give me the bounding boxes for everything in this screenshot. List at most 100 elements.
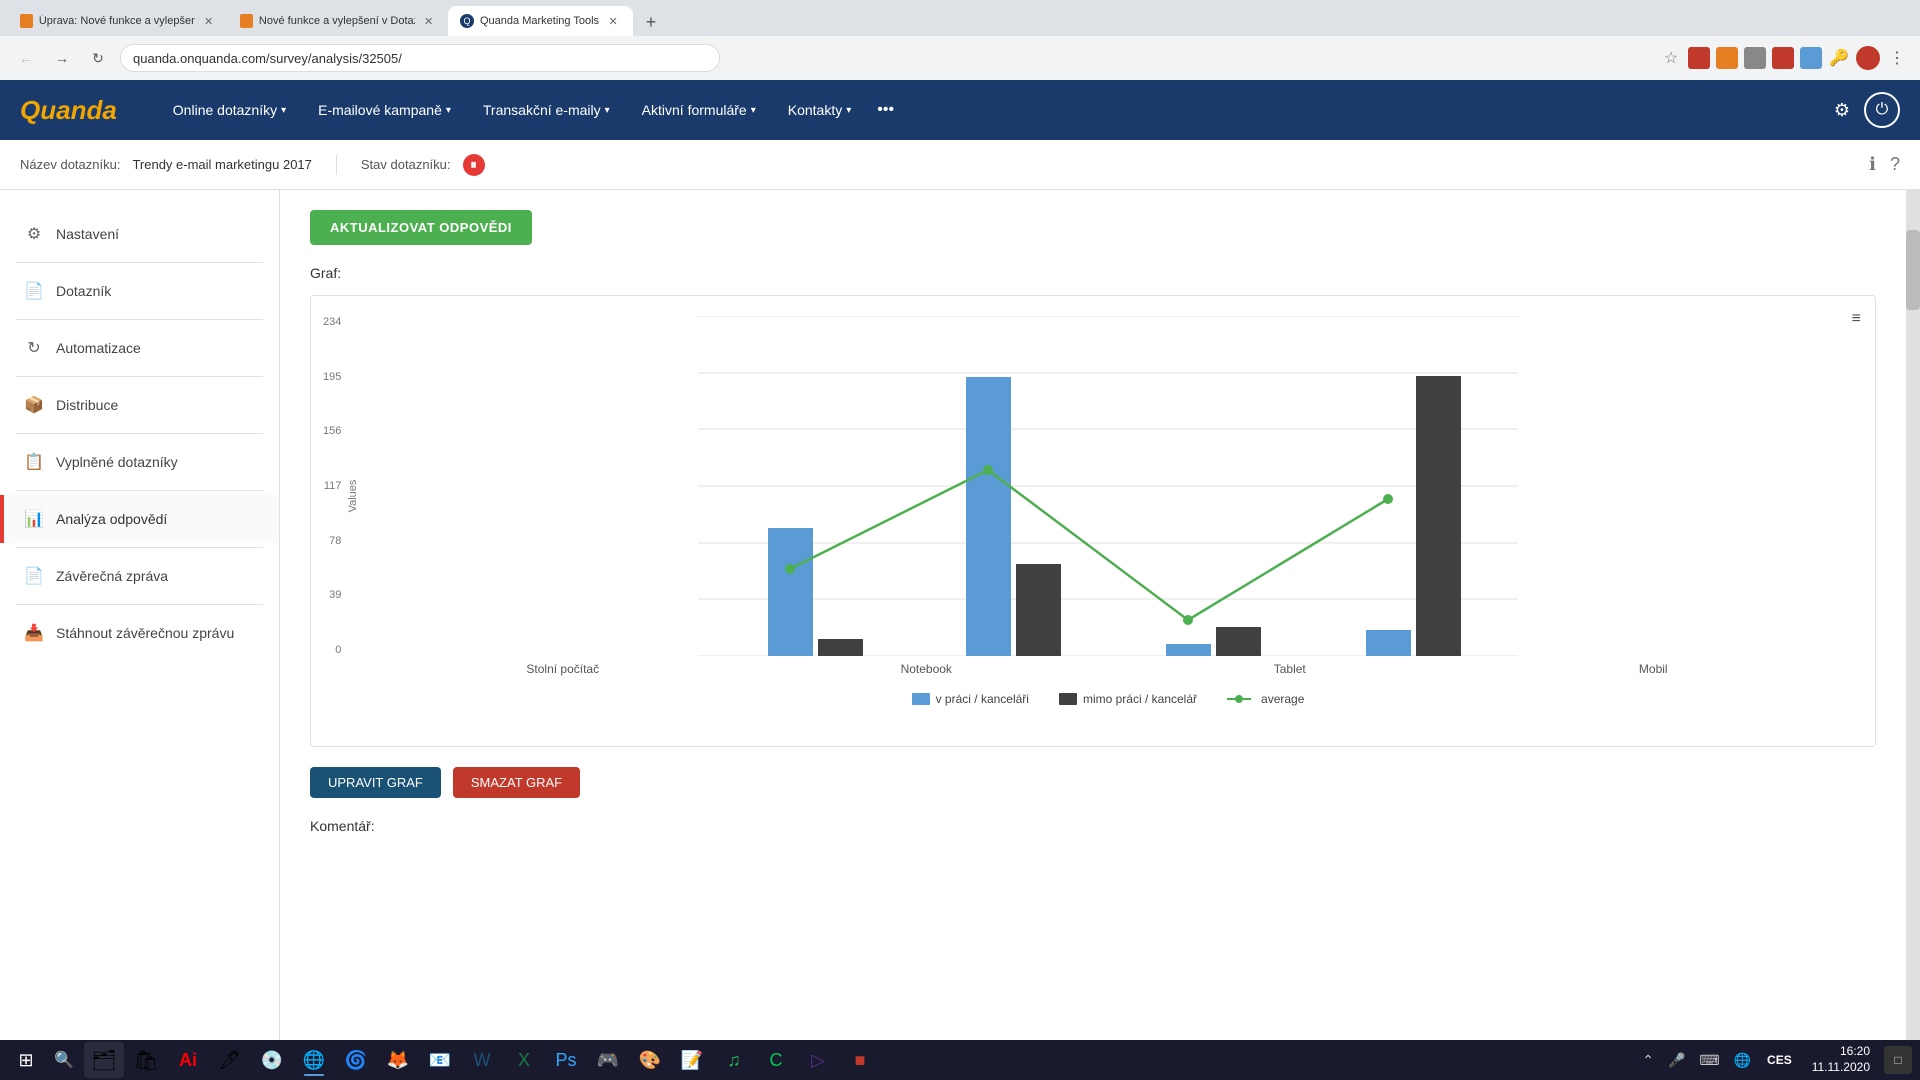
- edit-graf-button[interactable]: UPRAVIT GRAF: [310, 767, 441, 798]
- taskbar-start[interactable]: ⊞: [8, 1042, 44, 1078]
- sidebar-item-analyza[interactable]: 📊 Analýza odpovědí: [0, 495, 279, 543]
- info-icon[interactable]: ℹ: [1869, 154, 1876, 175]
- nav-chevron-0: ▾: [281, 105, 286, 116]
- taskbar-file-explorer[interactable]: 🗂: [84, 1042, 124, 1078]
- taskbar-chrome[interactable]: 🌀: [336, 1042, 376, 1078]
- y-label-0: 0: [335, 644, 341, 656]
- taskbar-ps-icon: Ps: [555, 1050, 576, 1071]
- nazev-label: Název dotazníku:: [20, 157, 120, 172]
- legend-v-praci: v práci / kanceláři: [912, 692, 1029, 706]
- bar-mobil-dark: [1416, 376, 1461, 656]
- taskbar-store-icon: 🛍: [133, 1048, 158, 1073]
- sidebar-label-vyplnene: Vyplněné dotazníky: [56, 454, 178, 470]
- divider-7: [16, 604, 263, 605]
- y-label-117: 117: [324, 480, 342, 492]
- settings-icon[interactable]: ⚙: [1834, 100, 1850, 121]
- taskbar-spotify-icon: ♫: [727, 1050, 741, 1071]
- taskbar-notes[interactable]: 📝: [672, 1042, 712, 1078]
- ext-icon-6[interactable]: 🔑: [1828, 47, 1850, 69]
- scrollbar[interactable]: [1906, 190, 1920, 1040]
- avg-dot-stolni: [785, 564, 795, 574]
- help-icon[interactable]: ?: [1890, 154, 1900, 175]
- taskbar-chevron-up[interactable]: ⌃: [1638, 1052, 1658, 1069]
- sidebar-item-nastaveni[interactable]: ⚙ Nastavení: [0, 210, 279, 258]
- nav-online-dotazniky[interactable]: Online dotazníky ▾: [157, 80, 302, 140]
- taskbar-right: ⌃ 🎤 ⌨ 🌐 CES 16:20 11.11.2020 □: [1638, 1044, 1912, 1075]
- reload-button[interactable]: ↻: [84, 44, 112, 72]
- taskbar-search[interactable]: 🔍: [48, 1044, 80, 1076]
- taskbar-word[interactable]: W: [462, 1042, 502, 1078]
- browser-actions: ☆ 🔑 ⋮: [1660, 46, 1908, 70]
- y-label-156: 156: [323, 425, 341, 437]
- sub-header-right: ℹ ?: [1869, 154, 1900, 175]
- taskbar-crm[interactable]: C: [756, 1042, 796, 1078]
- taskbar-keyboard-icon[interactable]: ⌨: [1695, 1052, 1723, 1069]
- divider-5: [16, 490, 263, 491]
- taskbar-red[interactable]: ■: [840, 1042, 880, 1078]
- tab-close-3[interactable]: ✕: [605, 13, 621, 29]
- taskbar-vs[interactable]: ▷: [798, 1042, 838, 1078]
- y-label-78: 78: [329, 535, 341, 547]
- nav-email-kampane[interactable]: E-mailové kampaně ▾: [302, 80, 467, 140]
- y-axis-title: Values: [347, 456, 359, 536]
- tab-2[interactable]: Nové funkce a vylepšení v Dotaz... ✕: [228, 6, 448, 36]
- taskbar-outlook[interactable]: 📧: [420, 1042, 460, 1078]
- taskbar-adobe[interactable]: Ai: [168, 1042, 208, 1078]
- sidebar: ⚙ Nastavení 📄 Dotazník ↻ Automatizace 📦 …: [0, 190, 280, 1040]
- sidebar-item-distribuce[interactable]: 📦 Distribuce: [0, 381, 279, 429]
- sidebar-item-automatizace[interactable]: ↻ Automatizace: [0, 324, 279, 372]
- ext-icon-4[interactable]: [1772, 47, 1794, 69]
- tab-1[interactable]: Úprava: Nové funkce a vylepšení... ✕: [8, 6, 228, 36]
- taskbar-notification[interactable]: □: [1884, 1046, 1912, 1074]
- y-axis-labels: 234 195 156 117 78 39 0: [323, 316, 341, 656]
- taskbar-steam[interactable]: 🎮: [588, 1042, 628, 1078]
- nav-kontakty[interactable]: Kontakty ▾: [772, 80, 868, 140]
- forward-button[interactable]: →: [48, 44, 76, 72]
- menu-icon[interactable]: ⋮: [1886, 47, 1908, 69]
- tab-close-2[interactable]: ✕: [421, 13, 436, 29]
- taskbar-store[interactable]: 🛍: [126, 1042, 166, 1078]
- power-button[interactable]: ⏻: [1864, 92, 1900, 128]
- time-display: 16:20: [1812, 1044, 1870, 1060]
- nav-more[interactable]: •••: [867, 101, 904, 119]
- x-label-notebook: Notebook: [866, 662, 986, 676]
- update-answers-button[interactable]: AKTUALIZOVAT ODPOVĚDI: [310, 210, 532, 245]
- ext-icon-1[interactable]: [1688, 47, 1710, 69]
- taskbar-firefox[interactable]: 🦊: [378, 1042, 418, 1078]
- sidebar-item-vyplnene[interactable]: 📋 Vyplněné dotazníky: [0, 438, 279, 486]
- chart-menu-icon[interactable]: ≡: [1852, 310, 1861, 328]
- taskbar-photoshop[interactable]: Ps: [546, 1042, 586, 1078]
- sidebar-item-zaverecna[interactable]: 📄 Závěrečná zpráva: [0, 552, 279, 600]
- nav-transakcni[interactable]: Transakční e-maily ▾: [467, 80, 626, 140]
- divider-2: [16, 319, 263, 320]
- ext-icon-2[interactable]: [1716, 47, 1738, 69]
- tab-close-1[interactable]: ✕: [201, 13, 216, 29]
- taskbar-mic-icon[interactable]: 🎤: [1664, 1052, 1689, 1069]
- back-button[interactable]: ←: [12, 44, 40, 72]
- taskbar-crm-icon: C: [770, 1050, 783, 1071]
- taskbar-paint[interactable]: 🎨: [630, 1042, 670, 1078]
- nav-aktivni[interactable]: Aktivní formuláře ▾: [626, 80, 772, 140]
- scrollbar-thumb[interactable]: [1906, 230, 1920, 310]
- delete-graf-button[interactable]: SMAZAT GRAF: [453, 767, 580, 798]
- average-line: [790, 470, 1388, 620]
- taskbar-edge[interactable]: 🌐: [294, 1042, 334, 1078]
- taskbar-network-icon[interactable]: 🌐: [1730, 1052, 1755, 1069]
- taskbar-wacom[interactable]: 🖊: [210, 1042, 250, 1078]
- ext-icon-5[interactable]: [1800, 47, 1822, 69]
- taskbar-excel[interactable]: X: [504, 1042, 544, 1078]
- tab-3[interactable]: Q Quanda Marketing Tools ✕: [448, 6, 633, 36]
- x-label-stolni: Stolní počítač: [503, 662, 623, 676]
- bookmark-icon[interactable]: ☆: [1660, 47, 1682, 69]
- address-input[interactable]: quanda.onquanda.com/survey/analysis/3250…: [120, 44, 720, 72]
- sidebar-item-dotaznik[interactable]: 📄 Dotazník: [0, 267, 279, 315]
- taskbar-spotify[interactable]: ♫: [714, 1042, 754, 1078]
- taskbar: ⊞ 🔍 🗂 🛍 Ai 🖊 💿 🌐 🌀 🦊 📧 W: [0, 1040, 1920, 1080]
- taskbar-rufus[interactable]: 💿: [252, 1042, 292, 1078]
- profile-icon[interactable]: [1856, 46, 1880, 70]
- sidebar-item-stahnout[interactable]: 📥 Stáhnout závěrečnou zprávu: [0, 609, 279, 657]
- ext-icon-3[interactable]: [1744, 47, 1766, 69]
- koment-label: Komentář:: [310, 818, 1876, 834]
- new-tab-button[interactable]: +: [637, 8, 665, 36]
- nav-menu: Online dotazníky ▾ E-mailové kampaně ▾ T…: [157, 80, 904, 140]
